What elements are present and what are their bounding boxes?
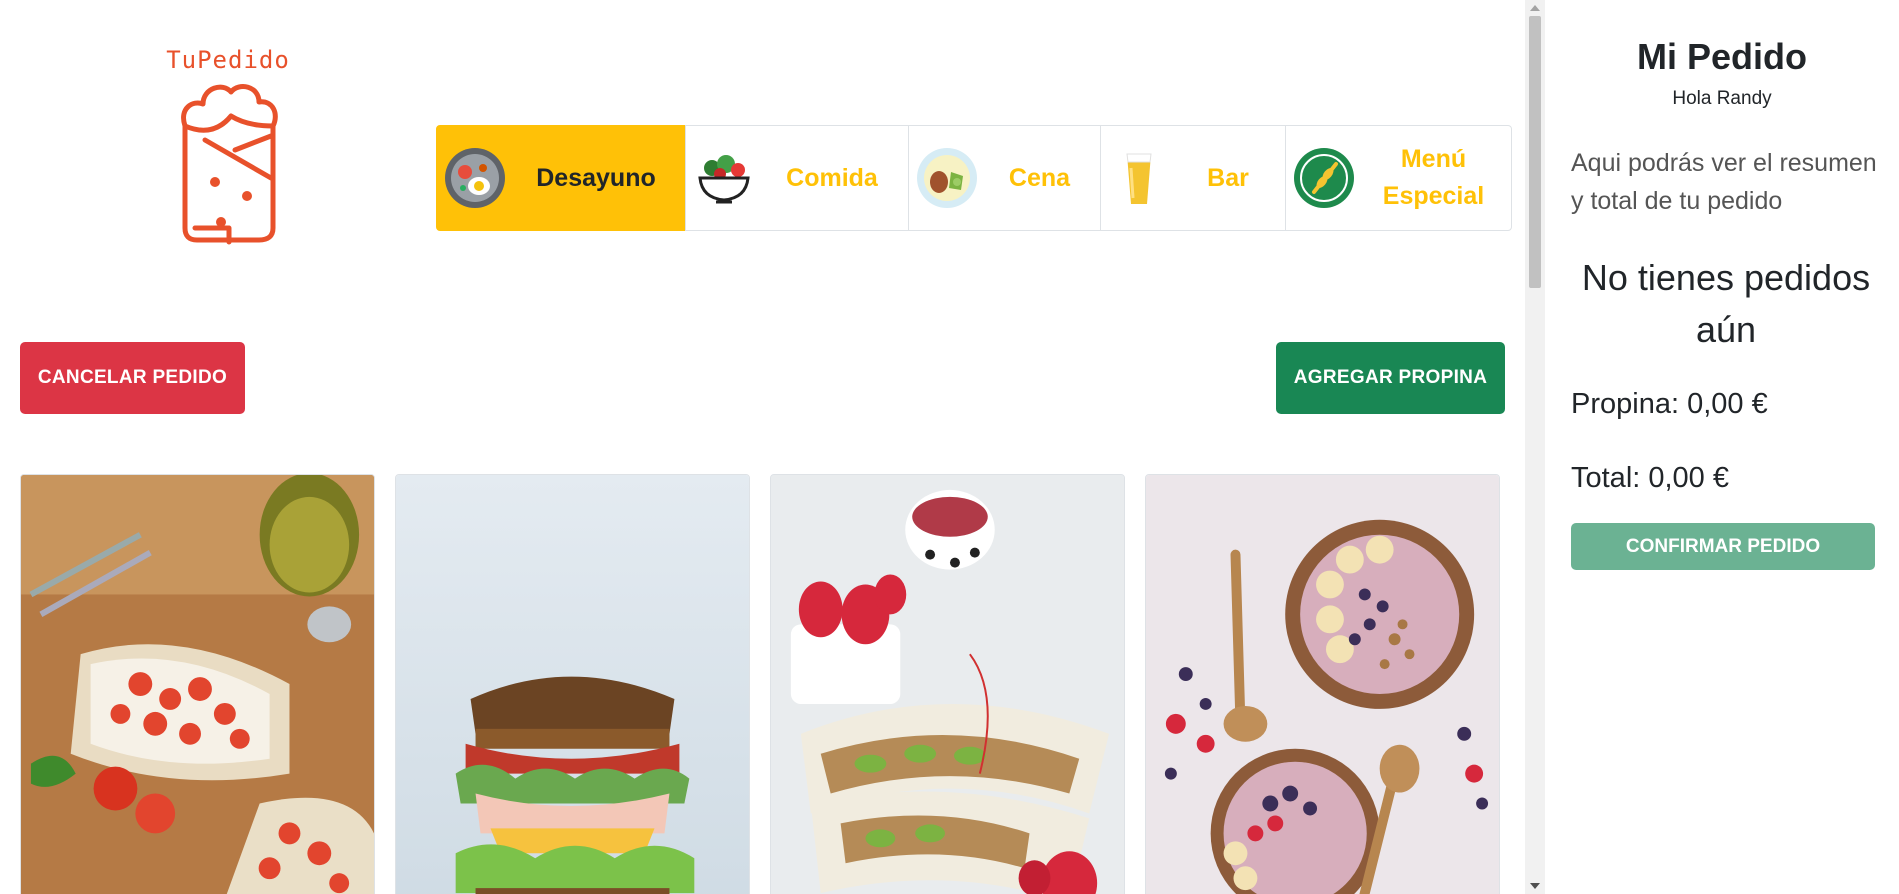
product-card[interactable] <box>395 474 750 894</box>
add-tip-button[interactable]: AGREGAR PROPINA <box>1276 342 1505 414</box>
gluten-free-badge-icon <box>1294 148 1354 208</box>
dinner-plate-icon <box>917 148 977 208</box>
beer-glass-icon <box>1126 153 1152 204</box>
order-description: Aqui podrás ver el resumen y total de tu… <box>1571 149 1877 215</box>
tab-comida[interactable]: Comida <box>685 125 909 231</box>
order-sidebar: Mi Pedido Hola Randy Aqui podrás ver el … <box>1545 0 1899 894</box>
scrollbar-thumb[interactable] <box>1529 16 1541 288</box>
tab-desayuno[interactable]: Desayuno <box>436 125 686 231</box>
main-content: TuPedido Desayuno Comida Cena Bar Menú E… <box>0 0 1525 894</box>
confirm-order-button[interactable]: CONFIRMAR PEDIDO <box>1571 523 1875 570</box>
acai-bowl-photo <box>1146 475 1499 894</box>
bruschetta-toast-photo <box>21 475 374 894</box>
tab-label: Bar <box>1207 163 1249 192</box>
tab-bar[interactable]: Bar <box>1100 125 1286 231</box>
empty-order-message: No tienes pedidos aún <box>1581 257 1871 350</box>
product-card[interactable] <box>20 474 375 894</box>
tab-label: Cena <box>1008 163 1071 192</box>
club-sandwich-photo <box>396 475 749 894</box>
tab-label: Menú Especial <box>1382 145 1485 210</box>
product-card[interactable] <box>1145 474 1500 894</box>
order-tip: Propina: 0,00 € <box>1571 388 1768 420</box>
breakfast-plate-icon <box>445 148 505 208</box>
user-greeting: Hola Randy <box>1672 88 1772 109</box>
wrap-burrito-icon <box>181 84 278 245</box>
tab-label: Comida <box>786 163 878 192</box>
scrollbar[interactable] <box>1525 0 1545 894</box>
brand[interactable]: TuPedido <box>160 46 296 246</box>
tab-menu-especial[interactable]: Menú Especial <box>1285 125 1512 231</box>
tab-cena[interactable]: Cena <box>908 125 1101 231</box>
product-card[interactable] <box>770 474 1125 894</box>
brand-name: TuPedido <box>166 46 290 74</box>
wrap-with-strawberries-photo <box>771 475 1124 894</box>
category-tabs: Desayuno Comida Cena Bar Menú Especial <box>436 125 1512 231</box>
order-total: Total: 0,00 € <box>1571 462 1729 494</box>
product-grid <box>20 474 1500 894</box>
scroll-down-arrow-icon[interactable] <box>1530 883 1540 889</box>
salad-bowl-icon <box>698 155 750 204</box>
cancel-order-button[interactable]: CANCELAR PEDIDO <box>20 342 245 414</box>
tab-label: Desayuno <box>536 163 656 192</box>
order-title: Mi Pedido <box>1637 36 1807 77</box>
scroll-up-arrow-icon[interactable] <box>1530 5 1540 11</box>
